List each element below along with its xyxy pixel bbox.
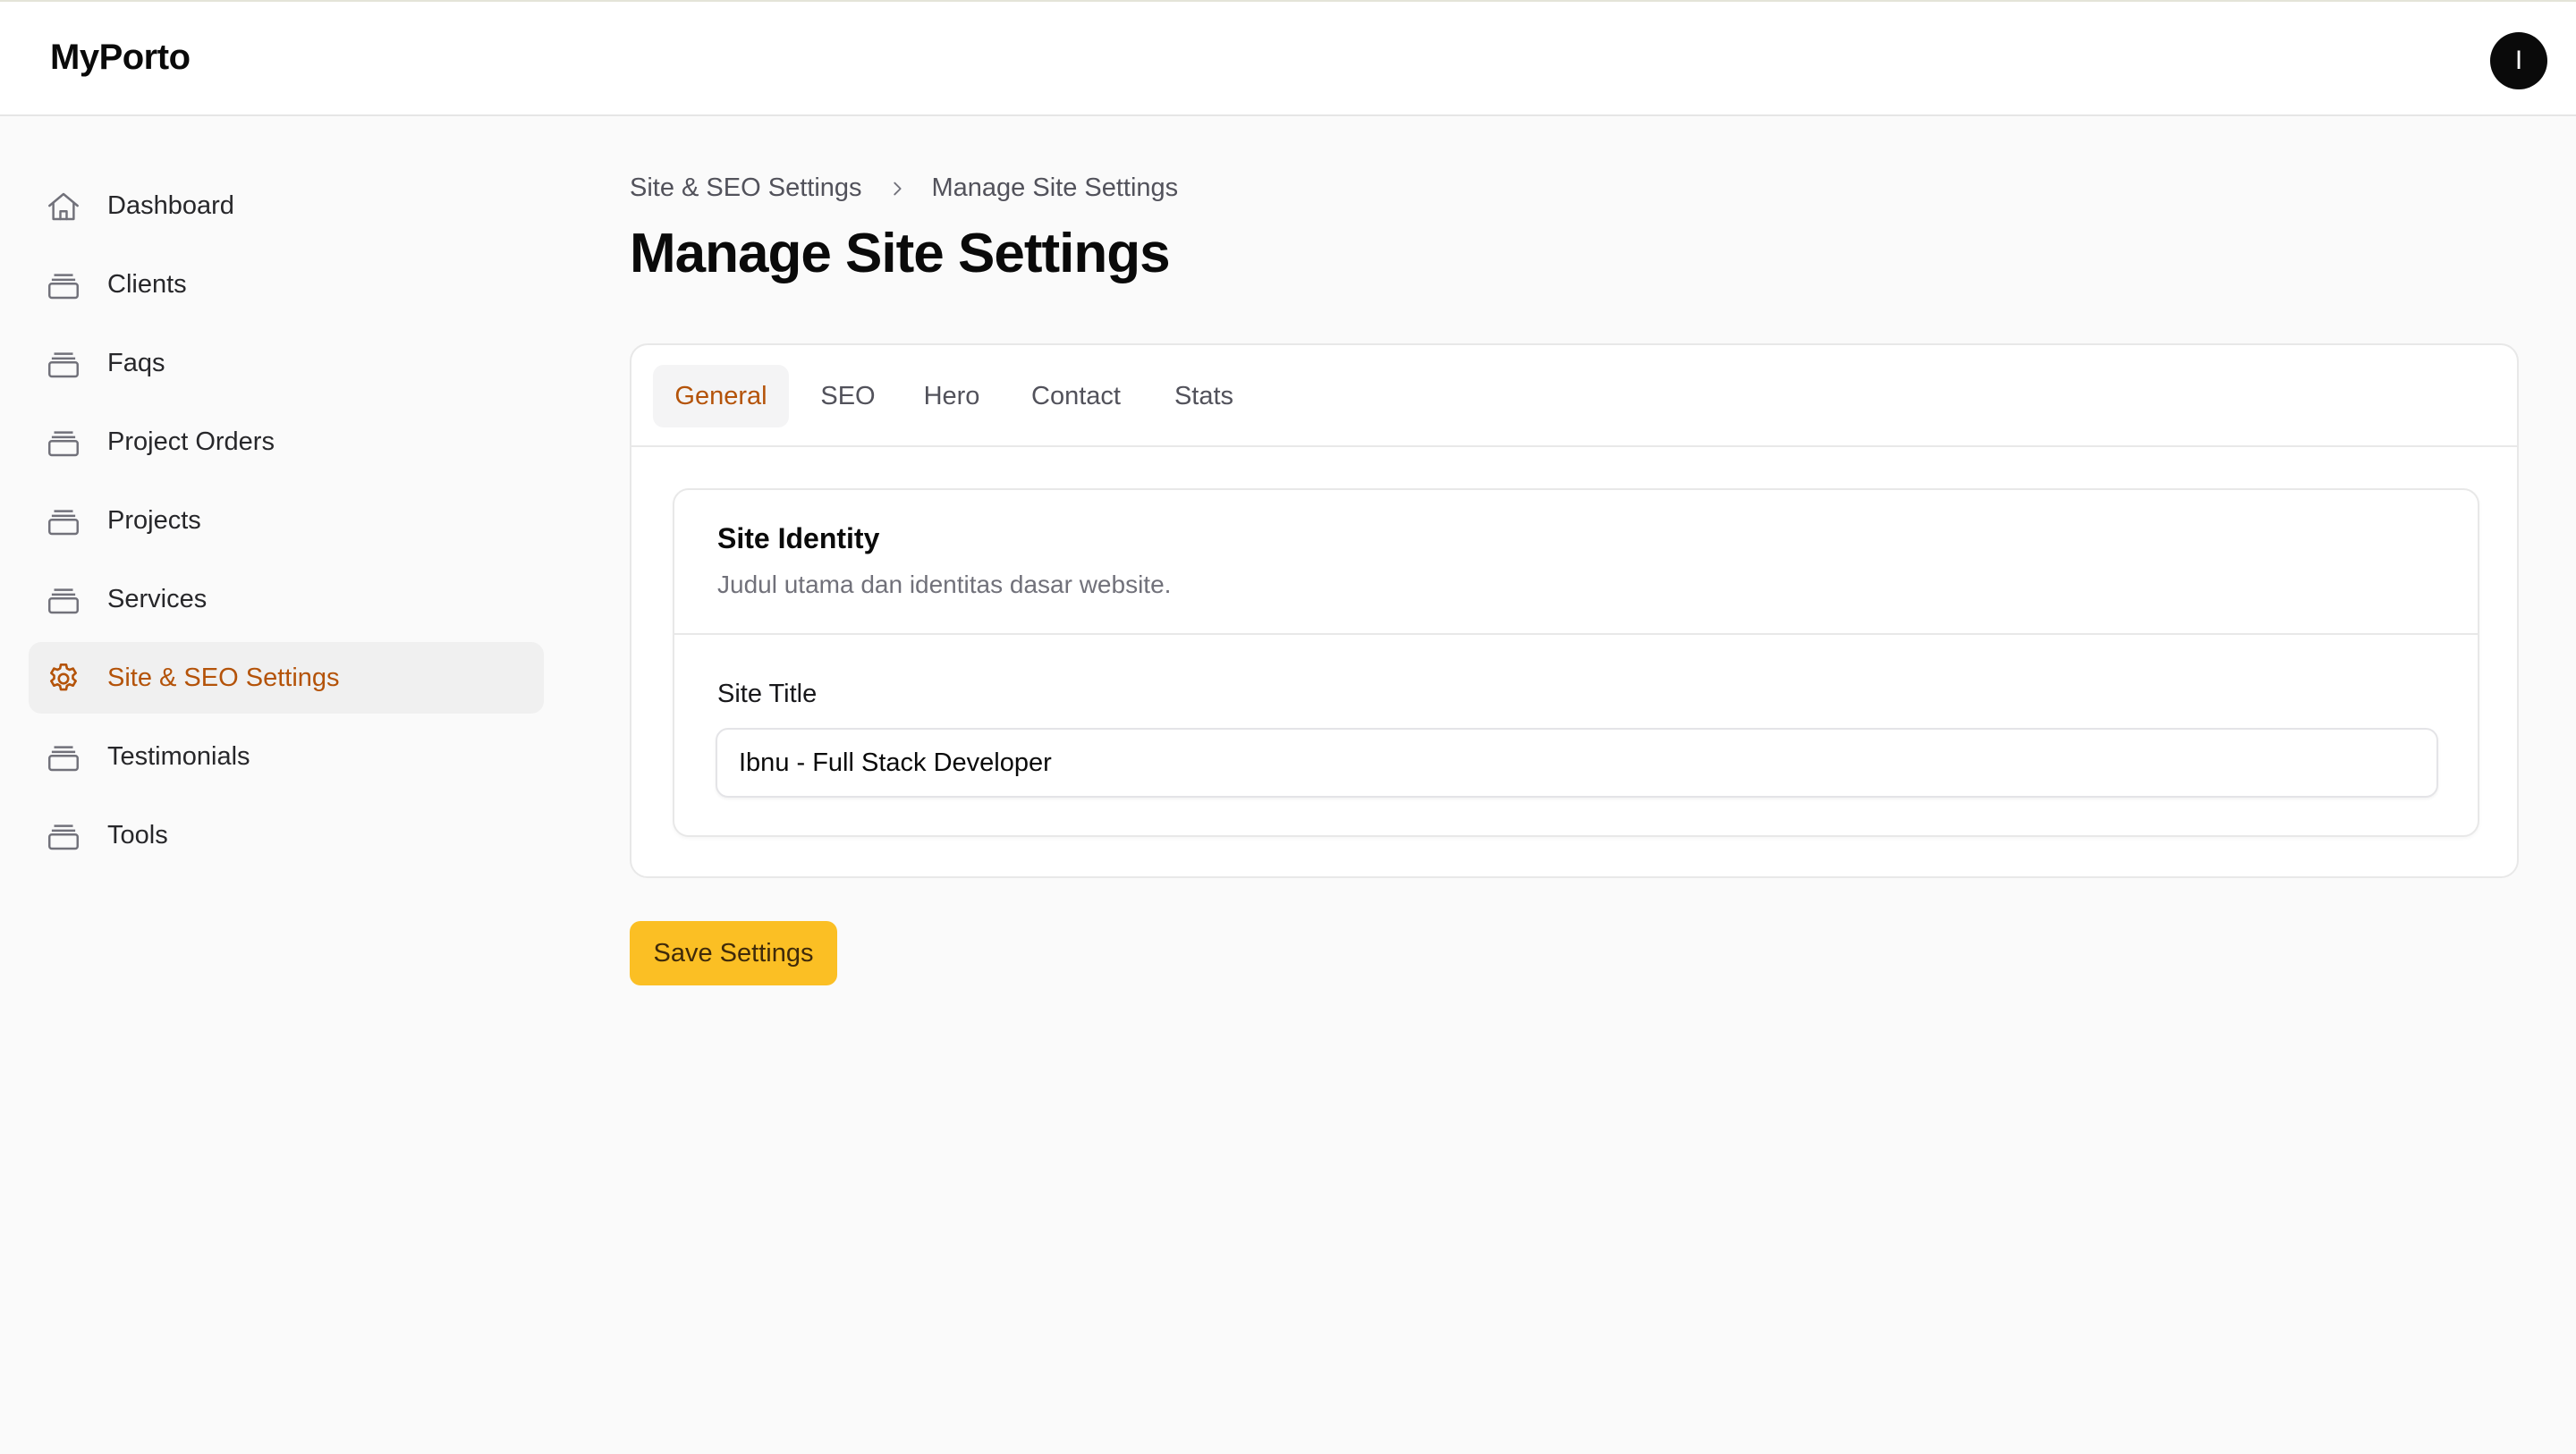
gear-icon [45, 660, 82, 697]
tab-bar: General SEO Hero Contact Stats [631, 345, 2517, 447]
page-title: Manage Site Settings [630, 223, 1171, 284]
stack-icon [45, 581, 82, 619]
sidebar-item-label: Projects [107, 505, 201, 535]
sidebar-item-testimonials[interactable]: Testimonials [29, 721, 544, 792]
home-icon [45, 188, 82, 225]
stack-icon [45, 739, 82, 776]
chevron-right-icon [887, 179, 907, 199]
breadcrumb-link[interactable]: Site & SEO Settings [630, 173, 862, 203]
stack-icon [45, 266, 82, 304]
top-bar: MyPorto I [0, 0, 2576, 116]
section-description: Judul utama dan identitas dasar website. [717, 571, 1172, 598]
stack-icon [45, 345, 82, 383]
sidebar-nav: Dashboard Clients Faqs Project Orders Pr… [29, 170, 544, 878]
sidebar-item-label: Faqs [107, 348, 165, 377]
sidebar-item-label: Testimonials [107, 741, 250, 771]
sidebar-item-faqs[interactable]: Faqs [29, 327, 544, 399]
breadcrumb-current: Manage Site Settings [931, 173, 1179, 202]
section-title: Site Identity [717, 522, 880, 554]
sidebar-item-label: Services [107, 584, 208, 613]
stack-icon [45, 503, 82, 540]
breadcrumb: Site & SEO Settings Manage Site Settings [630, 173, 1178, 203]
tab-stats[interactable]: Stats [1156, 365, 1252, 427]
sidebar-item-label: Clients [107, 269, 187, 299]
user-avatar[interactable]: I [2490, 32, 2547, 89]
site-identity-section: Site Identity Judul utama dan identitas … [673, 488, 2479, 837]
sidebar-item-label: Dashboard [107, 190, 234, 220]
sidebar-item-tools[interactable]: Tools [29, 799, 544, 871]
section-header: Site Identity Judul utama dan identitas … [674, 490, 2478, 635]
sidebar-item-site-seo-settings[interactable]: Site & SEO Settings [29, 642, 544, 714]
stack-icon [45, 424, 82, 461]
tab-hero[interactable]: Hero [907, 365, 996, 427]
settings-card: General SEO Hero Contact Stats Site Iden… [630, 343, 2519, 878]
sidebar-item-clients[interactable]: Clients [29, 249, 544, 320]
site-title-input[interactable] [716, 728, 2438, 798]
sidebar-item-label: Project Orders [107, 427, 275, 456]
brand-logo[interactable]: MyPorto [50, 38, 191, 78]
stack-icon [45, 817, 82, 855]
sidebar-item-project-orders[interactable]: Project Orders [29, 406, 544, 478]
tab-seo[interactable]: SEO [807, 365, 889, 427]
site-title-label: Site Title [717, 680, 818, 708]
sidebar-item-label: Tools [107, 820, 168, 850]
tab-contact[interactable]: Contact [1014, 365, 1138, 427]
sidebar-item-dashboard[interactable]: Dashboard [29, 170, 544, 241]
sidebar-item-projects[interactable]: Projects [29, 485, 544, 556]
tab-general[interactable]: General [653, 365, 789, 427]
save-settings-button[interactable]: Save Settings [630, 921, 837, 985]
sidebar-item-label: Site & SEO Settings [107, 663, 340, 692]
sidebar-item-services[interactable]: Services [29, 563, 544, 635]
